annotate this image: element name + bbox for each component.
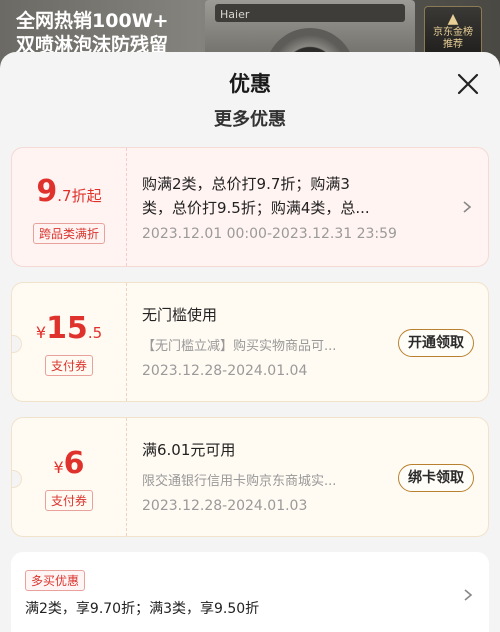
coupon-card-bank: ¥6 支付券 满6.01元可用 限交通银行信用卡购京东商城实... 2023.1… (11, 417, 489, 537)
discount-sheet: 优惠 更多优惠 9.7折起 跨品类满折 购满2类，总价打9.7折；购满3 类，总… (0, 52, 500, 632)
coupon-desc-line1: 购满2类，总价打9.7折；购满3 (142, 175, 350, 193)
brand-logo: Haier (220, 8, 250, 21)
coupon-desc-line1: 无门槛使用 (142, 306, 218, 324)
sheet-title: 优惠 (229, 72, 271, 96)
coupon-card-cross-category[interactable]: 9.7折起 跨品类满折 购满2类，总价打9.7折；购满3 类，总价打9.5折；购… (11, 147, 489, 267)
activate-claim-button[interactable]: 开通领取 (398, 329, 474, 357)
multi-buy-discount[interactable]: 多买优惠 满2类，享9.70折；满3类，享9.50折 (11, 552, 489, 632)
coupon-desc-line1: 满6.01元可用 (142, 441, 236, 459)
coupon-desc-line2: 类，总价打9.5折；购满4类，总... (142, 199, 370, 217)
multi-buy-tag: 多买优惠 (25, 570, 86, 591)
coupon-amount: 9.7折起 (36, 174, 102, 209)
coupon-validity-date: 2023.12.01 00:00-2023.12.31 23:59 (142, 226, 397, 242)
coupon-type-tag: 支付券 (44, 490, 94, 511)
multi-buy-text: 满2类，享9.70折；满3类，享9.50折 (25, 601, 260, 617)
award-icon: ▲ (447, 11, 459, 27)
coupon-validity-date: 2023.12.28-2024.01.03 (142, 498, 308, 514)
coupon-card-no-threshold: ¥15.5 支付券 无门槛使用 【无门槛立减】购买实物商品可... 2023.1… (11, 282, 489, 402)
bind-card-claim-button[interactable]: 绑卡领取 (398, 464, 474, 492)
section-title: 更多优惠 (214, 110, 286, 128)
banner-headline: 全网热销100W+ (16, 10, 169, 32)
coupon-type-tag: 支付券 (44, 355, 94, 376)
close-icon (457, 73, 479, 95)
coupon-value-area: 9.7折起 跨品类满折 (12, 148, 127, 266)
jd-ranking-badge: ▲ 京东金榜 推荐 (424, 6, 482, 58)
coupon-value-area: ¥6 支付券 (12, 418, 127, 536)
coupon-details: 购满2类，总价打9.7折；购满3 类，总价打9.5折；购满4类，总... 202… (142, 148, 472, 266)
coupon-value-area: ¥15.5 支付券 (12, 283, 127, 401)
coupon-desc-line2: 限交通银行信用卡购京东商城实... (142, 474, 337, 489)
award-line1: 京东金榜 (433, 27, 473, 38)
award-line2: 推荐 (443, 39, 463, 50)
coupon-desc-line2: 【无门槛立减】购买实物商品可... (142, 339, 337, 354)
coupon-amount: ¥6 (53, 446, 85, 481)
chevron-right-icon[interactable] (461, 588, 475, 602)
coupon-type-tag: 跨品类满折 (32, 223, 106, 244)
close-button[interactable] (452, 68, 484, 100)
chevron-right-icon[interactable] (460, 200, 474, 214)
coupon-validity-date: 2023.12.28-2024.01.04 (142, 363, 308, 379)
coupon-amount: ¥15.5 (35, 311, 103, 346)
